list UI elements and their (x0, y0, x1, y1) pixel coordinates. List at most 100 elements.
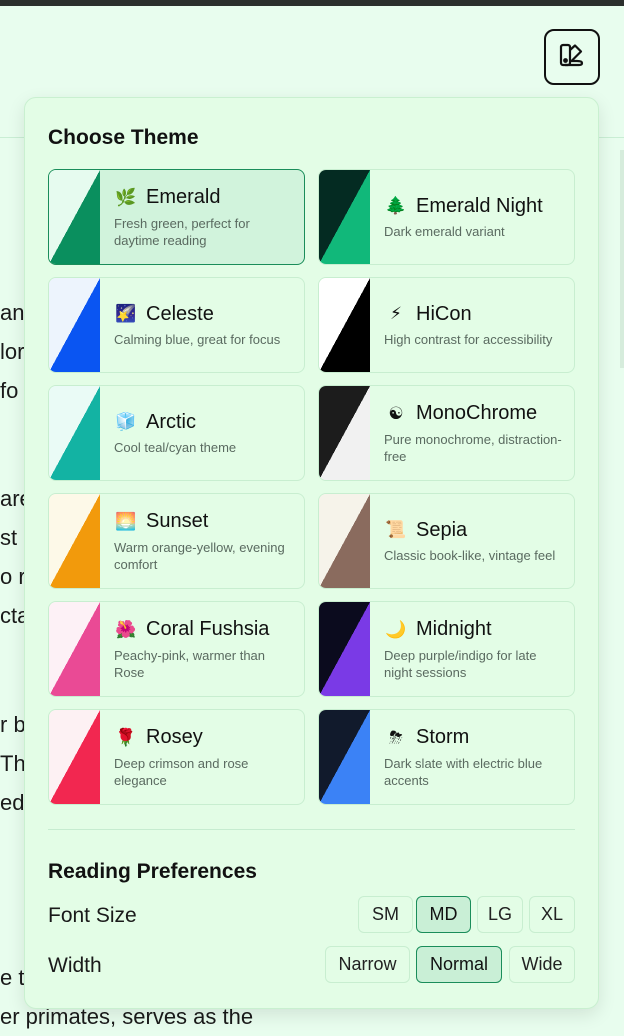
shooting-star-icon: 🌠 (115, 304, 137, 324)
article-text-fragment: ed (0, 790, 25, 815)
theme-card-body: 🌅 Sunset Warm orange-yellow, evening comfo… (100, 494, 304, 588)
theme-swatch (49, 386, 100, 480)
hibiscus-icon: 🌺 (115, 619, 137, 640)
rose-icon: 🌹 (115, 727, 137, 748)
storm-cloud-icon: ⛈ (389, 727, 403, 748)
theme-toggle-button[interactable] (544, 29, 600, 85)
theme-description: Warm orange-yellow, evening comfort (114, 539, 285, 572)
theme-card-storm[interactable]: ⛈ Storm Dark slate with electric blue acce… (318, 709, 575, 805)
theme-card-header: 🌠 Celeste (114, 302, 280, 326)
theme-card-celeste[interactable]: 🌠 Celeste Calming blue, great for focus (48, 277, 305, 373)
lightning-icon: ⚡ (390, 304, 402, 324)
crescent-moon-icon: 🌙 (385, 619, 407, 640)
font-size-label: Font Size (48, 904, 137, 927)
theme-swatch (49, 494, 100, 588)
theme-name: Coral Fushsia (146, 618, 270, 640)
theme-card-header: ☯ MonoChrome (384, 402, 562, 426)
theme-card-header: 🌅 Sunset (114, 510, 292, 534)
theme-card-header: ⛈ Storm (384, 726, 562, 750)
theme-description: Pure monochrome, distraction-free (384, 431, 562, 464)
theme-card-emerald[interactable]: 🌿 Emerald Fresh green, perfect for daytime… (48, 169, 305, 265)
theme-swatch (319, 386, 370, 480)
theme-swatch (49, 170, 100, 264)
theme-card-body: 🌿 Emerald Fresh green, perfect for daytime… (100, 170, 304, 264)
theme-card-monochrome[interactable]: ☯ MonoChrome Pure monochrome, distraction-… (318, 385, 575, 481)
theme-card-header: 📜 Sepia (384, 518, 555, 542)
window-top-bar (0, 0, 624, 6)
article-text-fragment: lor (0, 339, 25, 364)
ice-cube-icon: 🧊 (115, 412, 137, 432)
section-divider (48, 829, 575, 830)
theme-card-midnight[interactable]: 🌙 Midnight Deep purple/indigo for late nig… (318, 601, 575, 697)
theme-card-body: 📜 Sepia Classic book-like, vintage feel (370, 494, 567, 588)
theme-card-rosey[interactable]: 🌹 Rosey Deep crimson and rose elegance (48, 709, 305, 805)
theme-name: Emerald Night (416, 194, 543, 217)
theme-name: Rosey (146, 726, 203, 748)
theme-description: Peachy-pink, warmer than Rose (114, 647, 266, 680)
width-option-wide[interactable]: Wide (509, 946, 575, 983)
theme-swatch (319, 278, 370, 372)
theme-card-body: 🌲 Emerald Night Dark emerald variant (370, 170, 555, 264)
scroll-icon: 📜 (385, 520, 407, 540)
theme-description: Deep purple/indigo for late night sessio… (384, 647, 537, 680)
font-size-option-xl[interactable]: XL (529, 896, 575, 933)
width-label: Width (48, 954, 102, 977)
width-option-narrow[interactable]: Narrow (325, 946, 410, 983)
theme-name: HiCon (416, 302, 472, 325)
theme-card-header: 🧊 Arctic (114, 410, 236, 434)
theme-name: Storm (416, 726, 470, 748)
theme-swatch (319, 170, 370, 264)
theme-swatch (49, 710, 100, 804)
theme-card-arctic[interactable]: 🧊 Arctic Cool teal/cyan theme (48, 385, 305, 481)
theme-card-body: ☯ MonoChrome Pure monochrome, distraction-… (370, 386, 574, 480)
theme-card-body: 🌙 Midnight Deep purple/indigo for late nig… (370, 602, 574, 696)
font-size-option-md[interactable]: MD (416, 896, 471, 933)
font-size-option-sm[interactable]: SM (358, 896, 413, 933)
theme-description: Dark slate with electric blue accents (384, 755, 543, 788)
theme-description: Classic book-like, vintage feel (384, 548, 556, 563)
theme-card-body: ⛈ Storm Dark slate with electric blue acce… (370, 710, 574, 804)
theme-card-hicon[interactable]: ⚡ HiCon High contrast for accessibility (318, 277, 575, 373)
theme-swatch (319, 602, 370, 696)
theme-card-emerald-night[interactable]: 🌲 Emerald Night Dark emerald variant (318, 169, 575, 265)
theme-name: Sepia (416, 518, 468, 541)
theme-swatch (319, 494, 370, 588)
theme-grid: 🌿 Emerald Fresh green, perfect for daytime… (48, 169, 575, 805)
theme-name: MonoChrome (416, 402, 538, 424)
theme-card-body: 🌹 Rosey Deep crimson and rose elegance (100, 710, 304, 804)
theme-card-header: 🌺 Coral Fushsia (114, 618, 292, 642)
palette-icon (558, 41, 586, 74)
theme-panel: Choose Theme 🌿 Emerald Fresh green, perfec… (24, 97, 599, 1009)
theme-description: Dark emerald variant (384, 224, 505, 239)
theme-card-coral-fushsia[interactable]: 🌺 Coral Fushsia Peachy-pink, warmer than R… (48, 601, 305, 697)
theme-description: Calming blue, great for focus (114, 332, 281, 347)
theme-description: High contrast for accessibility (384, 332, 553, 347)
article-text-fragment: an (0, 300, 25, 325)
article-text-fragment: st (0, 525, 18, 550)
theme-card-header: 🌲 Emerald Night (384, 194, 543, 218)
herb-icon: 🌿 (115, 187, 137, 208)
theme-name: Sunset (146, 510, 209, 532)
theme-card-header: 🌿 Emerald (114, 186, 292, 210)
theme-name: Emerald (146, 186, 221, 208)
background-card-edge (620, 150, 624, 368)
theme-swatch (49, 278, 100, 372)
article-text-fragment: Th (0, 751, 26, 776)
theme-card-sepia[interactable]: 📜 Sepia Classic book-like, vintage feel (318, 493, 575, 589)
theme-card-header: 🌹 Rosey (114, 726, 292, 750)
theme-description: Deep crimson and rose elegance (114, 755, 249, 788)
theme-description: Fresh green, perfect for daytime reading (114, 215, 250, 248)
theme-card-body: 🌠 Celeste Calming blue, great for focus (100, 278, 292, 372)
theme-card-header: ⚡ HiCon (384, 302, 552, 326)
theme-card-body: 🌺 Coral Fushsia Peachy-pink, warmer than R… (100, 602, 304, 696)
width-option-normal[interactable]: Normal (416, 946, 502, 983)
theme-card-body: ⚡ HiCon High contrast for accessibility (370, 278, 564, 372)
theme-description: Cool teal/cyan theme (114, 440, 237, 455)
font-size-option-lg[interactable]: LG (477, 896, 523, 933)
sunrise-icon: 🌅 (115, 511, 137, 532)
theme-name: Arctic (146, 410, 196, 433)
theme-name: Midnight (416, 618, 492, 640)
article-text-fragment: r b (0, 712, 26, 737)
theme-card-header: 🌙 Midnight (384, 618, 562, 642)
theme-card-sunset[interactable]: 🌅 Sunset Warm orange-yellow, evening comfo… (48, 493, 305, 589)
